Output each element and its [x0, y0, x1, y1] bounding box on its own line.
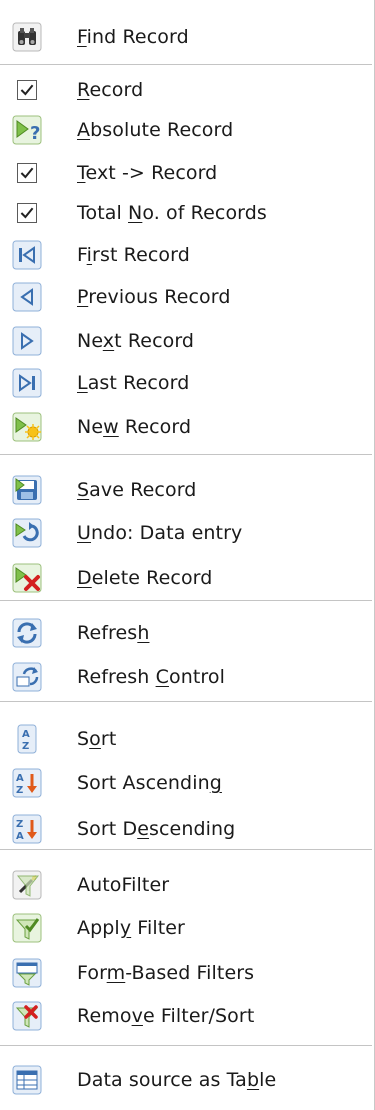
svg-text:A: A	[16, 773, 24, 784]
menu-item-label: Delete Record	[77, 567, 213, 589]
next-record-icon	[12, 326, 42, 356]
menu-item-previous-record[interactable]: Previous Record	[0, 274, 372, 320]
menu-item-last-record[interactable]: Last Record	[0, 360, 372, 406]
menu-separator	[0, 64, 372, 65]
menu-item-label: Remove Filter/Sort	[77, 1005, 255, 1027]
svg-text:?: ?	[30, 123, 40, 144]
undo-record-icon	[12, 518, 42, 548]
checkmark-icon	[17, 203, 37, 223]
last-record-icon	[12, 368, 42, 398]
menu-item-label: Previous Record	[77, 286, 231, 308]
autofilter-icon	[12, 870, 42, 900]
menu-item-label: Next Record	[77, 330, 195, 352]
menu-item-undo-data-entry[interactable]: Undo: Data entry	[0, 510, 372, 556]
menu-item-save-record[interactable]: Save Record	[0, 467, 372, 513]
first-record-icon	[12, 240, 42, 270]
refresh-icon	[12, 618, 42, 648]
menu-item-remove-filter-sort[interactable]: Remove Filter/Sort	[0, 993, 372, 1039]
apply-filter-icon	[12, 913, 42, 943]
menu-separator	[0, 1045, 372, 1046]
svg-text:Z: Z	[16, 819, 23, 830]
form-filter-icon	[12, 958, 42, 988]
menu-item-first-record[interactable]: First Record	[0, 232, 372, 278]
menu-item-label: Find Record	[77, 26, 189, 48]
menu-item-label: Data source as Table	[77, 1069, 277, 1091]
menu-item-label: Sort	[77, 728, 117, 750]
new-record-icon	[12, 412, 42, 442]
checkmark-icon	[17, 80, 37, 100]
svg-text:A: A	[22, 729, 30, 740]
menu-item-refresh[interactable]: Refresh	[0, 610, 372, 656]
menu-item-autofilter[interactable]: AutoFilter	[0, 862, 372, 908]
menu-item-label: AutoFilter	[77, 874, 170, 896]
menu-item-label: First Record	[77, 244, 190, 266]
menu-item-total-no-of-records[interactable]: Total No. of Records	[0, 190, 372, 236]
menu-item-label: Form-Based Filters	[77, 962, 255, 984]
binoculars-icon	[12, 22, 42, 52]
remove-filter-icon	[12, 1001, 42, 1031]
sort-ascending-icon: A Z	[12, 768, 42, 798]
menu-item-data-source-as-table[interactable]: Data source as Table	[0, 1057, 372, 1103]
menu-item-label: Refresh Control	[77, 666, 225, 688]
menu-item-next-record[interactable]: Next Record	[0, 318, 372, 364]
menu-item-form-based-filters[interactable]: Form-Based Filters	[0, 950, 372, 996]
menu-item-sort[interactable]: A Z Sort	[0, 716, 372, 762]
menu-item-label: Apply Filter	[77, 917, 185, 939]
menu-item-new-record[interactable]: New Record	[0, 404, 372, 450]
refresh-control-icon	[12, 662, 42, 692]
checkbox	[12, 198, 42, 228]
goto-record-icon: ?	[12, 115, 42, 145]
menu-item-find-record[interactable]: Find Record	[0, 14, 372, 60]
checkbox	[12, 75, 42, 105]
menu-item-label: Record	[77, 79, 144, 101]
delete-record-icon	[12, 563, 42, 593]
svg-text:A: A	[16, 831, 24, 842]
menu-item-label: Absolute Record	[77, 119, 234, 141]
sort-icon: A Z	[12, 724, 42, 754]
menu-item-label: Sort Ascending	[77, 772, 222, 794]
checkbox	[12, 158, 42, 188]
previous-record-icon	[12, 282, 42, 312]
menu-item-label: Total No. of Records	[77, 202, 267, 224]
svg-text:Z: Z	[22, 741, 29, 752]
menu-item-sort-ascending[interactable]: A Z Sort Ascending	[0, 760, 372, 806]
menu-item-label: Text -> Record	[77, 162, 218, 184]
context-menu: Find Record Record ? Absolute Record Text -…	[0, 0, 375, 1110]
save-record-icon	[12, 475, 42, 505]
menu-item-sort-descending[interactable]: Z A Sort Descending	[0, 806, 372, 852]
menu-item-label: Sort Descending	[77, 818, 236, 840]
menu-item-label: Last Record	[77, 372, 190, 394]
menu-item-label: Undo: Data entry	[77, 522, 243, 544]
sort-descending-icon: Z A	[12, 814, 42, 844]
menu-item-absolute-record[interactable]: ? Absolute Record	[0, 107, 372, 153]
menu-separator	[0, 454, 372, 455]
menu-item-label: Save Record	[77, 479, 197, 501]
menu-item-refresh-control[interactable]: Refresh Control	[0, 654, 372, 700]
menu-item-delete-record[interactable]: Delete Record	[0, 555, 372, 601]
checkmark-icon	[17, 163, 37, 183]
menu-item-label: Refresh	[77, 622, 150, 644]
menu-item-label: New Record	[77, 416, 192, 438]
menu-separator	[0, 701, 372, 702]
datasource-table-icon	[12, 1065, 42, 1095]
svg-text:Z: Z	[16, 785, 23, 796]
menu-item-apply-filter[interactable]: Apply Filter	[0, 905, 372, 951]
